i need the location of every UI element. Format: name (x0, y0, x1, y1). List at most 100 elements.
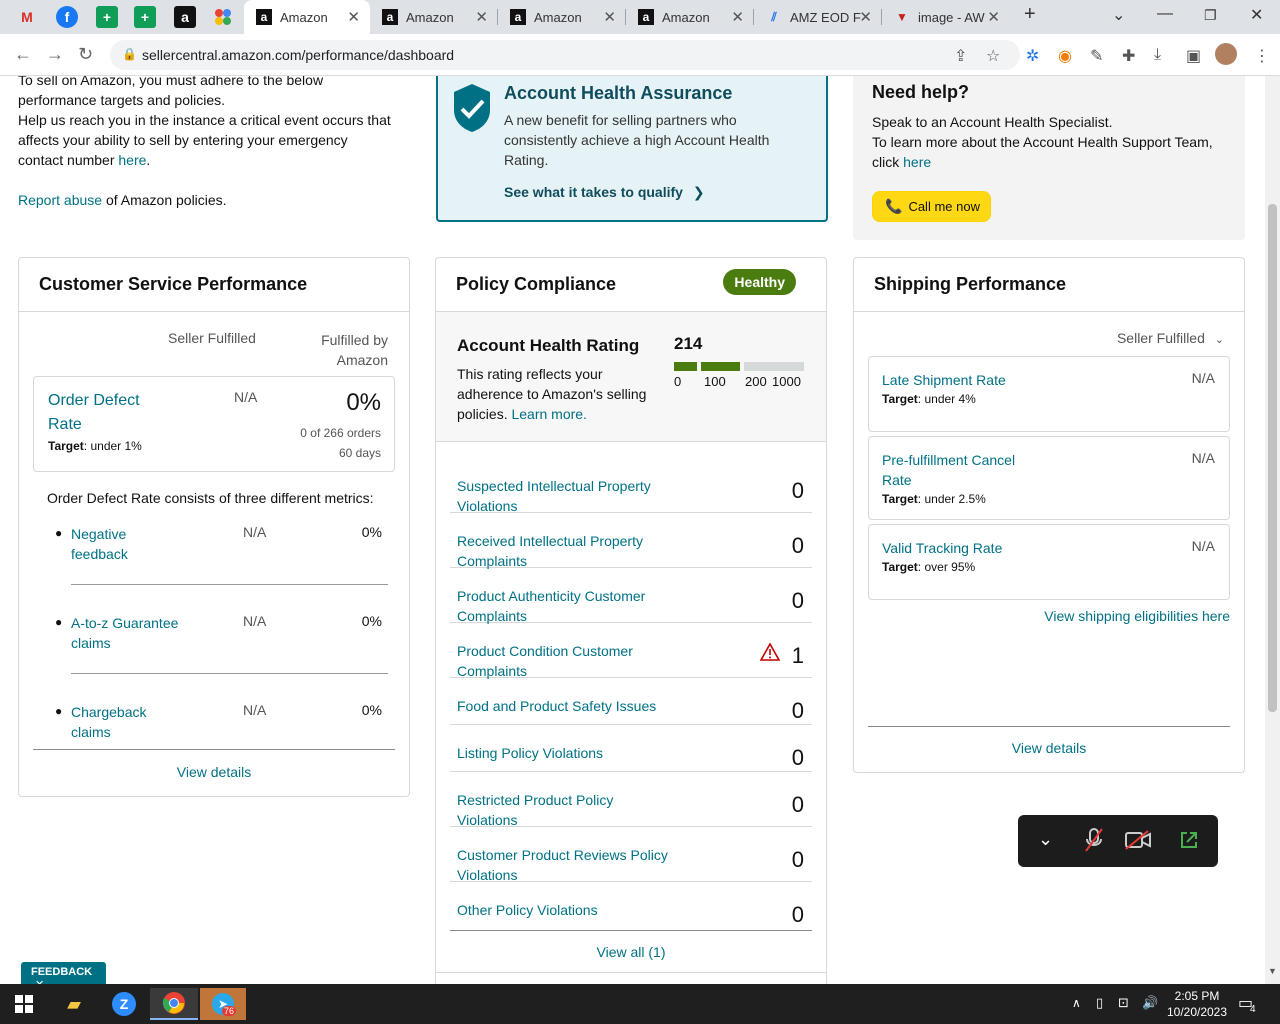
policy-item-link[interactable]: Product Condition Customer Complaints (457, 641, 633, 681)
scale-label: 1000 (772, 374, 801, 389)
policy-item-link[interactable]: Listing Policy Violations (457, 743, 603, 763)
policy-item-row: Product Authenticity Customer Complaints 0 (450, 568, 812, 626)
close-icon[interactable]: ✕ (859, 8, 872, 26)
new-tab-button[interactable]: + (1024, 3, 1036, 26)
page-scrollbar[interactable]: ▼ (1265, 76, 1280, 984)
tab-image-aw[interactable]: ▼ image - AW ✕ (882, 0, 1010, 34)
file-explorer-icon[interactable]: ▰ (54, 988, 94, 1020)
close-icon[interactable]: ✕ (987, 8, 1000, 26)
close-window-button[interactable]: ✕ (1250, 5, 1263, 25)
close-icon[interactable]: ✕ (347, 8, 360, 26)
puzzle-icon[interactable]: ✚ (1122, 46, 1135, 66)
camera-off-icon[interactable] (1124, 829, 1152, 854)
avatar[interactable] (1215, 43, 1237, 65)
gmail-icon[interactable]: M (16, 6, 38, 28)
minimize-button[interactable]: — (1157, 5, 1173, 23)
tab-search-icon[interactable]: ⌄ (1112, 5, 1125, 25)
restore-button[interactable]: ❐ (1204, 7, 1217, 24)
tab-amazon[interactable]: a Amazon ✕ (498, 0, 626, 34)
chrome-icon[interactable] (150, 988, 198, 1020)
intro-punct: . (146, 152, 151, 168)
policy-item-link[interactable]: Customer Product Reviews Policy Violation… (457, 845, 668, 885)
feedback-button[interactable]: FEEDBACK ✕ (21, 962, 106, 991)
odr-link[interactable]: Order Defect Rate (48, 389, 140, 437)
aha-qualify-link[interactable]: See what it takes to qualify ❯ (504, 184, 705, 201)
card-title: Customer Service Performance (19, 258, 409, 312)
bookmark-star-icon[interactable]: ☆ (986, 46, 1000, 66)
battery-icon[interactable]: ▯ (1096, 995, 1103, 1011)
reload-icon[interactable]: ↻ (78, 44, 93, 65)
customer-service-card: Customer Service Performance Seller Fulf… (18, 257, 410, 797)
collapse-icon[interactable]: ⌄ (1038, 829, 1053, 850)
clock[interactable]: 2:05 PM 10/20/2023 (1166, 988, 1228, 1020)
shipping-view-details-link[interactable]: View details (854, 740, 1244, 756)
policy-item-link[interactable]: Food and Product Safety Issues (457, 696, 656, 716)
address-bar[interactable]: 🔒 sellercentral.amazon.com/performance/d… (110, 40, 1020, 70)
policy-item-link[interactable]: Product Authenticity Customer Complaints (457, 586, 645, 626)
close-icon[interactable]: ✕ (603, 8, 616, 26)
menu-icon[interactable]: ⋮ (1254, 46, 1270, 66)
amazon-icon[interactable]: a (174, 6, 196, 28)
mic-muted-icon[interactable] (1084, 827, 1104, 856)
facebook-icon[interactable]: f (56, 6, 78, 28)
download-icon[interactable]: ⤓ (1154, 46, 1161, 64)
tab-amazon-active[interactable]: a Amazon ✕ (244, 0, 370, 34)
emergency-contact-link[interactable]: here (118, 152, 146, 168)
windows-start-icon[interactable] (4, 988, 44, 1020)
policy-label-line: Product Authenticity Customer (457, 588, 646, 604)
tray-chevron-icon[interactable]: ∧ (1072, 996, 1081, 1010)
healthy-badge: Healthy (723, 269, 796, 295)
view-all-link[interactable]: View all (1) (436, 944, 826, 960)
metric-link[interactable]: Negative feedback (71, 524, 128, 564)
url-text: sellercentral.amazon.com/performance/das… (142, 47, 455, 63)
intro-line: performance targets and policies. (18, 92, 225, 108)
feedback-label: FEEDBACK (31, 966, 93, 978)
telegram-icon[interactable]: ➤ 76 (200, 988, 246, 1020)
back-icon[interactable]: ← (14, 44, 32, 65)
csp-view-details-link[interactable]: View details (19, 764, 409, 780)
forward-icon[interactable]: → (46, 44, 64, 65)
learn-more-link[interactable]: Learn more. (511, 406, 586, 422)
extension-icon-2[interactable]: ◉ (1058, 46, 1072, 66)
tab-amz-eod[interactable]: ⫽ AMZ EOD F ✕ (754, 0, 882, 34)
shipping-metric-link[interactable]: Valid Tracking Rate (882, 538, 1002, 558)
report-text: of Amazon policies. (102, 192, 227, 208)
policy-item-link[interactable]: Received Intellectual Property Complaints (457, 531, 643, 571)
metric-link[interactable]: Chargeback claims (71, 702, 147, 742)
side-panel-icon[interactable]: ▣ (1186, 46, 1201, 66)
support-team-link[interactable]: here (903, 154, 931, 170)
metric-link[interactable]: A-to-z Guarantee claims (71, 613, 178, 653)
tab-amazon[interactable]: a Amazon ✕ (626, 0, 754, 34)
shipping-metric-link[interactable]: Late Shipment Rate (882, 370, 1006, 390)
scrollbar-thumb[interactable] (1268, 204, 1277, 712)
shipping-filter-dropdown[interactable]: Seller Fulfilled ⌄ (1117, 330, 1224, 346)
extension-icon-3[interactable]: ✎ (1090, 46, 1103, 66)
popout-icon[interactable] (1178, 829, 1200, 854)
shield-check-icon (452, 82, 492, 137)
volume-icon[interactable]: 🔊 (1142, 995, 1158, 1011)
policy-count: 1 (791, 643, 804, 668)
sheets-icon[interactable]: + (96, 6, 118, 28)
scroll-down-icon[interactable]: ▼ (1268, 966, 1277, 976)
metric-label-line: claims (71, 635, 111, 651)
close-icon[interactable]: ✕ (731, 8, 744, 26)
apps-icon[interactable] (212, 6, 234, 28)
policy-item-link[interactable]: Other Policy Violations (457, 900, 598, 920)
policy-item-row: Suspected Intellectual Property Violation… (450, 458, 812, 516)
network-icon[interactable]: ⊡ (1118, 995, 1129, 1011)
sheets-icon-2[interactable]: + (134, 6, 156, 28)
policy-item-link[interactable]: Suspected Intellectual Property Violation… (457, 476, 651, 516)
odr-label-line: Order Defect (48, 392, 140, 409)
browser-toolbar: ← → ↻ 🔒 sellercentral.amazon.com/perform… (0, 34, 1280, 76)
close-icon[interactable]: ✕ (475, 8, 488, 26)
share-icon[interactable]: ⇪ (954, 46, 967, 66)
tab-amazon[interactable]: a Amazon ✕ (370, 0, 498, 34)
call-me-now-button[interactable]: 📞 Call me now (872, 191, 991, 222)
extension-icon[interactable]: ✲ (1026, 46, 1039, 66)
shipping-label-line: Valid Tracking Rate (882, 540, 1003, 556)
policy-item-link[interactable]: Restricted Product Policy Violations (457, 790, 613, 830)
report-abuse-link[interactable]: Report abuse (18, 192, 102, 208)
zoom-icon[interactable]: Z (104, 988, 144, 1020)
shipping-eligibilities-link[interactable]: View shipping eligibilities here (1044, 608, 1230, 624)
shipping-metric-link[interactable]: Pre-fulfillment Cancel Rate (882, 450, 1015, 490)
